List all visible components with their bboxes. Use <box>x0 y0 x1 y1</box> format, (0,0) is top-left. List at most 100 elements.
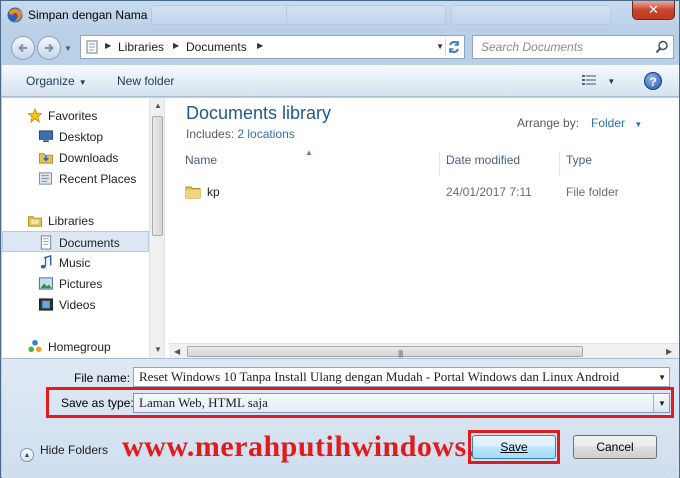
sidebar-item-videos[interactable]: Videos <box>2 294 149 315</box>
arrange-by-value: Folder <box>591 116 626 130</box>
command-bar: Organize ▼ New folder ▼ ? <box>2 65 679 97</box>
sidebar-item-homegroup[interactable]: Homegroup <box>2 336 149 357</box>
organize-label: Organize <box>26 74 75 88</box>
new-folder-button[interactable]: New folder <box>117 74 174 88</box>
chevron-down-icon: ▼ <box>634 120 643 129</box>
navigation-pane-scrollbar[interactable]: ▲ ▼ <box>149 98 164 358</box>
sidebar-item-label: Downloads <box>59 151 119 165</box>
sidebar-item-label: Favorites <box>48 109 98 123</box>
sidebar-item-label: Pictures <box>59 277 103 291</box>
includes-label: Includes: <box>186 127 235 141</box>
file-name-value: Reset Windows 10 Tanpa Install Ulang den… <box>139 369 620 384</box>
back-arrow-icon <box>18 43 27 53</box>
sidebar-item-pictures[interactable]: Pictures <box>2 273 149 294</box>
folder-icon <box>185 186 201 199</box>
hide-folders-label: Hide Folders <box>40 443 109 457</box>
sidebar-item-music[interactable]: Music <box>2 252 149 273</box>
scroll-down-icon[interactable]: ▼ <box>154 345 162 354</box>
details-view-icon <box>582 75 596 85</box>
search-input[interactable]: Search Documents <box>481 40 583 54</box>
sidebar-item-label: Documents <box>59 236 120 250</box>
change-view-button[interactable]: ▼ <box>582 74 615 89</box>
sidebar-item-label: Libraries <box>48 214 95 228</box>
sidebar-item-downloads[interactable]: Downloads <box>2 147 149 168</box>
chevron-down-icon: ▼ <box>78 78 87 87</box>
desktop-icon <box>38 130 54 143</box>
resize-grip-icon[interactable]: ⋰ <box>670 468 677 476</box>
sidebar-item-favorites[interactable]: Favorites <box>2 105 149 126</box>
forward-button[interactable] <box>37 36 61 60</box>
scrollbar-thumb[interactable] <box>152 116 163 236</box>
homegroup-icon <box>28 339 42 353</box>
sidebar-item-libraries[interactable]: Libraries <box>2 210 149 231</box>
address-bar[interactable]: ▶ Libraries ▶ Documents ▶ ▼ <box>80 35 465 59</box>
save-form: File name: Reset Windows 10 Tanpa Instal… <box>2 358 679 478</box>
sort-ascending-icon: ▲ <box>305 148 313 157</box>
libraries-icon <box>27 216 43 227</box>
file-name-input[interactable]: Reset Windows 10 Tanpa Install Ulang den… <box>133 367 670 387</box>
file-type: File folder <box>566 185 619 199</box>
videos-icon <box>38 298 54 311</box>
chevron-up-icon: ▲ <box>20 448 34 462</box>
organize-button[interactable]: Organize ▼ <box>26 74 87 88</box>
recent-places-icon <box>38 172 53 185</box>
watermark-text: www.merahputihwindows.net <box>122 430 517 463</box>
breadcrumb-separator[interactable]: ▶ <box>105 41 111 50</box>
refresh-icon <box>449 41 459 53</box>
breadcrumb-separator[interactable]: ▶ <box>257 41 263 50</box>
sidebar-item-label: Music <box>59 256 91 270</box>
sidebar-item-documents[interactable]: Documents <box>2 231 149 252</box>
close-button[interactable]: ✕ <box>632 1 675 20</box>
breadcrumb-documents[interactable]: Documents <box>186 40 247 54</box>
sidebar-item-label: Homegroup <box>48 340 111 354</box>
table-row[interactable]: kp 24/01/2017 7:11 File folder <box>179 182 669 202</box>
firefox-icon <box>7 7 23 23</box>
search-icon[interactable] <box>655 40 669 54</box>
sidebar-item-desktop[interactable]: Desktop <box>2 126 149 147</box>
save-as-type-select[interactable]: Laman Web, HTML saja ▼ <box>133 393 670 413</box>
save-as-type-label: Save as type: <box>61 396 134 410</box>
downloads-folder-icon <box>38 153 54 164</box>
help-button[interactable]: ? <box>644 72 662 90</box>
file-name: kp <box>207 185 220 199</box>
breadcrumb-libraries[interactable]: Libraries <box>118 40 164 54</box>
help-icon: ? <box>649 75 657 89</box>
scroll-up-icon[interactable]: ▲ <box>154 101 162 110</box>
scroll-left-icon[interactable]: ◀ <box>174 347 180 356</box>
recent-pages-dropdown[interactable]: ▼ <box>64 44 72 53</box>
title-bar[interactable]: Simpan dengan Nama ✕ <box>1 1 679 31</box>
file-list-pane: Documents library Includes: 2 locations … <box>169 98 679 343</box>
save-as-type-value: Laman Web, HTML saja <box>139 395 268 410</box>
arrange-by-dropdown[interactable]: Folder ▼ <box>591 116 642 130</box>
arrange-by-label: Arrange by: <box>517 116 580 130</box>
documents-icon <box>40 235 52 250</box>
chevron-down-icon[interactable]: ▼ <box>658 373 666 382</box>
library-includes: Includes: 2 locations <box>186 127 295 141</box>
save-label: Save <box>500 440 528 454</box>
refresh-button[interactable] <box>445 38 462 56</box>
hide-folders-button[interactable]: ▲ Hide Folders <box>20 443 108 462</box>
column-header-type[interactable]: Type <box>566 153 592 175</box>
star-icon <box>27 108 43 123</box>
save-button[interactable]: Save <box>472 435 556 459</box>
file-date: 24/01/2017 7:11 <box>446 185 532 199</box>
search-box[interactable]: Search Documents <box>472 35 674 59</box>
pictures-icon <box>38 277 54 290</box>
back-button[interactable] <box>11 36 35 60</box>
breadcrumb-separator[interactable]: ▶ <box>173 41 179 50</box>
cancel-button[interactable]: Cancel <box>573 435 657 459</box>
save-as-type-dropdown-button[interactable]: ▼ <box>653 394 669 412</box>
navigation-bar: ▼ ▶ Libraries ▶ Documents ▶ ▼ Search Doc… <box>1 31 679 61</box>
scroll-right-icon[interactable]: ▶ <box>666 347 672 356</box>
address-history-dropdown[interactable]: ▼ <box>436 42 444 51</box>
column-header-date-modified[interactable]: Date modified <box>446 153 520 175</box>
file-name-label: File name: <box>74 371 131 385</box>
scrollbar-thumb[interactable]: |||| <box>187 346 583 358</box>
library-title: Documents library <box>186 103 332 123</box>
sidebar-item-label: Videos <box>59 298 96 312</box>
sidebar-item-recent-places[interactable]: Recent Places <box>2 168 149 189</box>
locations-link[interactable]: 2 locations <box>237 127 294 141</box>
view-options-chevron-icon[interactable]: ▼ <box>607 77 615 86</box>
column-header-name[interactable]: Name <box>185 153 217 175</box>
file-list-horizontal-scrollbar[interactable]: ◀ |||| ▶ <box>169 343 679 358</box>
